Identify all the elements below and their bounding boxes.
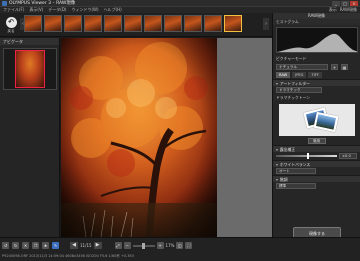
raw-develop-panel: RAW現像 ヒストグラム ピクチャーモード ナチュラル + ▦ RAW JPEG…: [272, 13, 360, 239]
star-icon[interactable]: ★: [42, 242, 49, 249]
edit-icon[interactable]: ✎: [52, 242, 59, 249]
thumbnail[interactable]: [164, 15, 182, 32]
white-balance-select[interactable]: オート: [276, 168, 316, 174]
gradation-row: 標準: [273, 182, 360, 190]
picture-mode-select[interactable]: ナチュラル: [276, 64, 328, 70]
add-preset-button[interactable]: +: [331, 64, 338, 70]
back-label: 戻る: [7, 28, 15, 33]
tab-raw[interactable]: RAW: [276, 72, 291, 78]
preview-photo: [313, 111, 339, 133]
navigator-thumbnail[interactable]: [15, 50, 45, 88]
compare-icon[interactable]: ◫: [176, 242, 184, 249]
bottom-toolbar: ↺ ↻ ✕ ❐ ★ ✎ ◀ 11/15 ▶ ⤢ − + 17% ◫ ⛶ P920…: [0, 237, 360, 261]
collapse-triangle-icon: ▾: [276, 162, 278, 167]
tab-jpeg[interactable]: JPEG: [292, 72, 307, 78]
exposure-slider-handle[interactable]: [306, 153, 309, 159]
thumbnail[interactable]: [184, 15, 202, 32]
window-title: OLYMPUS Viewer 3 – RAW現像: [9, 1, 76, 6]
rotate-left-icon[interactable]: ↺: [2, 242, 9, 249]
exposure-slider[interactable]: [276, 153, 337, 159]
collapse-triangle-icon: ▾: [276, 147, 278, 152]
back-button[interactable]: ↶ 戻る: [2, 15, 20, 35]
navigator-preview[interactable]: [3, 48, 57, 90]
format-tabs: RAW JPEG TIFF: [273, 71, 360, 79]
thumbnail[interactable]: [44, 15, 62, 32]
fit-screen-icon[interactable]: ⤢: [114, 242, 122, 249]
collapse-triangle-icon: ▾: [276, 177, 278, 182]
gradation-title: 階調: [279, 177, 288, 182]
fullscreen-icon[interactable]: ⛶: [185, 242, 193, 249]
collapse-triangle-icon: ▾: [276, 81, 278, 86]
art-filter-preview: [279, 104, 355, 136]
close-button[interactable]: ×: [350, 0, 358, 6]
exposure-slider-row: ±0.0: [273, 152, 360, 160]
thumbnail-selected[interactable]: [224, 15, 242, 32]
gradation-select[interactable]: 標準: [276, 183, 316, 189]
art-filter-select[interactable]: ドラマチック: [276, 87, 322, 93]
window-controls: _ □ ×: [332, 0, 358, 6]
thumbnail[interactable]: [204, 15, 222, 32]
histogram-label: ヒストグラム: [273, 19, 360, 25]
zoom-slider[interactable]: [132, 242, 155, 249]
delete-icon[interactable]: ✕: [22, 242, 29, 249]
back-arrow-icon: ↶: [5, 16, 17, 28]
art-filter-select-row: ドラマチック: [273, 86, 360, 94]
thumbnail-list: [24, 15, 242, 35]
zoom-controls: ⤢ − + 17% ◫ ⛶: [114, 242, 193, 249]
page-navigation: ◀ 11/15 ▶: [70, 242, 102, 249]
white-balance-row: オート: [273, 167, 360, 175]
white-balance-section[interactable]: ▾ ホワイトバランス: [273, 160, 360, 167]
thumbnail[interactable]: [124, 15, 142, 32]
art-filter-title: アートフィルター: [279, 81, 310, 86]
app-logo-icon: [2, 0, 7, 6]
filmstrip-next-button[interactable]: ›: [263, 18, 269, 30]
apply-button[interactable]: 適用: [307, 138, 326, 144]
status-bar: P9200098.ORF 2013/11/3 14:59:04 4608x345…: [2, 254, 135, 258]
tab-tiff[interactable]: TIFF: [308, 72, 322, 78]
next-image-button[interactable]: ▶: [93, 242, 102, 249]
title-bar: OLYMPUS Viewer 3 – RAW現像 _ □ ×: [0, 0, 360, 7]
grid-view-icon[interactable]: ▦: [341, 64, 348, 70]
navigator-title: ナビゲータ: [0, 38, 59, 45]
maximize-button[interactable]: □: [341, 0, 349, 6]
art-filter-section[interactable]: ▾ アートフィルター: [273, 79, 360, 86]
histogram: [276, 27, 358, 53]
picture-mode-select-row: ナチュラル + ▦: [273, 63, 360, 71]
thumbnail[interactable]: [84, 15, 102, 32]
image-viewer[interactable]: [61, 38, 272, 237]
previous-image-button[interactable]: ◀: [70, 242, 78, 249]
zoom-in-icon[interactable]: +: [156, 242, 164, 249]
toolbar-icons: ↺ ↻ ✕ ❐ ★ ✎ ◀ 11/15 ▶ ⤢ − + 17% ◫ ⛶: [0, 240, 272, 251]
rotate-right-icon[interactable]: ↻: [12, 242, 19, 249]
thumbnail[interactable]: [64, 15, 82, 32]
picture-mode-row: ピクチャーモード: [273, 55, 360, 63]
minimize-button[interactable]: _: [332, 0, 340, 6]
art-filter-sub-row: ドラマチックトーン: [273, 94, 360, 102]
autumn-tree-photo: [61, 38, 217, 237]
thumbnail[interactable]: [144, 15, 162, 32]
main-photo[interactable]: [61, 38, 217, 237]
page-counter: 11/15: [80, 243, 92, 248]
exposure-value-field[interactable]: ±0.0: [339, 153, 357, 159]
picture-mode-label: ピクチャーモード: [276, 56, 307, 61]
white-balance-title: ホワイトバランス: [279, 162, 311, 167]
histogram-graph: [277, 33, 357, 52]
art-filter-sub-label: ドラマチックトーン: [276, 95, 310, 100]
navigator-panel: ナビゲータ: [0, 38, 60, 237]
exposure-title: 露出補正: [279, 147, 296, 152]
zoom-out-icon[interactable]: −: [123, 242, 131, 249]
thumbnail[interactable]: [104, 15, 122, 32]
zoom-level: 17%: [165, 243, 175, 248]
thumbnail[interactable]: [24, 15, 42, 32]
copy-icon[interactable]: ❐: [32, 242, 39, 249]
filmstrip: ↶ 戻る ‹ ›: [0, 13, 272, 37]
exposure-section[interactable]: ▾ 露出補正: [273, 145, 360, 152]
gradation-section[interactable]: ▾ 階調: [273, 175, 360, 182]
